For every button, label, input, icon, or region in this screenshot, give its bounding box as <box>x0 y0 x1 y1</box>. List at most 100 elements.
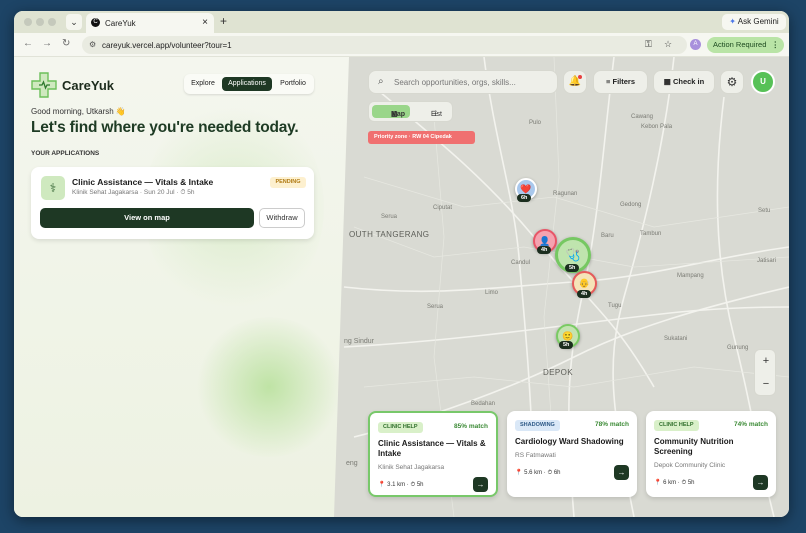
star-icon[interactable]: ☆ <box>664 39 672 50</box>
map-label-mampang: Mampang <box>677 273 704 279</box>
opportunity-title: Community Nutrition Screening <box>654 437 734 456</box>
opportunity-card[interactable]: SHADOWING 78% match Cardiology Ward Shad… <box>507 411 637 497</box>
stethoscope-icon: ⚕ <box>41 176 65 200</box>
map-label-baru: Baru <box>601 233 614 239</box>
open-opportunity-button[interactable]: → <box>473 477 488 492</box>
list-view-tab[interactable]: ☰ List <box>413 105 449 118</box>
action-required-button[interactable]: Action Required ⋮ <box>707 37 784 53</box>
opportunity-title: Cardiology Ward Shadowing <box>515 437 624 446</box>
opportunity-card[interactable]: CLINIC HELP 85% match Clinic Assistance … <box>368 411 498 497</box>
main-nav: Explore Applications Portfolio <box>184 74 314 94</box>
opportunity-org: Klinik Sehat Jagakarsa <box>378 464 445 471</box>
road-minor-a <box>363 176 789 228</box>
view-on-map-button[interactable]: View on map <box>40 208 254 228</box>
open-opportunity-button[interactable]: → <box>614 465 629 480</box>
map-label-tambun: Tambun <box>640 231 662 237</box>
settings-button[interactable]: ⚙ <box>720 70 744 94</box>
check-in-label: Check in <box>672 77 705 86</box>
action-required-label: Action Required <box>713 40 767 49</box>
kebab-menu-icon[interactable]: ⋮ <box>772 37 780 53</box>
map-label-gunung: Gunung <box>727 345 749 351</box>
search-bar[interactable]: ⌕ Search opportunities, orgs, skills... <box>368 70 558 94</box>
map-label-serua-north: Serua <box>381 214 398 220</box>
greeting: Good morning, Utkarsh 👋 <box>31 107 126 116</box>
app-content: CareYuk Explore Applications Portfolio G… <box>14 57 789 517</box>
url-text: careyuk.vercel.app/volunteer?tour=1 <box>102 41 232 50</box>
key-icon[interactable]: ⚿ <box>645 39 652 50</box>
map-view-tab[interactable]: ▥ Map <box>372 105 410 118</box>
search-input[interactable]: Search opportunities, orgs, skills... <box>394 78 516 87</box>
arrow-right-icon: → <box>476 480 485 489</box>
back-icon[interactable]: ← <box>23 38 33 49</box>
view-toggle: ▥ Map ☰ List <box>368 101 453 122</box>
map-label-depok: DEPOK <box>543 368 574 377</box>
window-zoom-dot[interactable] <box>48 18 56 26</box>
profile-avatar[interactable]: A <box>690 39 701 50</box>
map-label-ageng: eng <box>346 460 358 467</box>
tab-favicon: C <box>91 18 100 27</box>
open-opportunity-button[interactable]: → <box>753 475 768 490</box>
zoom-in-button[interactable]: + <box>755 355 777 367</box>
application-card[interactable]: ⚕ Clinic Assistance — Vitals & Intake Kl… <box>31 167 314 239</box>
withdraw-button[interactable]: Withdraw <box>259 208 305 228</box>
match-score: 85% match <box>454 423 488 430</box>
reload-icon[interactable]: ↻ <box>62 38 70 49</box>
arrow-right-icon: → <box>617 468 626 477</box>
map-label-sindur: ng Sindur <box>344 338 374 345</box>
nav-explore[interactable]: Explore <box>188 77 218 91</box>
forward-icon[interactable]: → <box>42 38 52 49</box>
map-label-cawang: Cawang <box>631 114 654 120</box>
priority-zone-badge[interactable]: Priority zone · RW 04 Cipedak <box>368 131 475 144</box>
zoom-control: + − <box>754 349 776 396</box>
notifications-button[interactable]: 🔔 <box>563 70 587 94</box>
list-view-label: List <box>431 111 442 118</box>
opportunity-card[interactable]: CLINIC HELP 74% match Community Nutritio… <box>646 411 776 497</box>
map-label-pulo: Pulo <box>529 120 542 126</box>
checkin-icon: ▦ <box>663 77 671 86</box>
application-title: Clinic Assistance — Vitals & Intake <box>72 177 214 187</box>
opportunity-org: RS Fatmawati <box>515 452 556 459</box>
pin-hours-label: 4h <box>537 246 552 254</box>
logo-cross-icon <box>31 72 57 98</box>
notification-dot <box>578 75 582 79</box>
map-label-ragunan: Ragunan <box>553 191 578 197</box>
url-field[interactable]: ⚙ careyuk.vercel.app/volunteer?tour=1 ⚿ … <box>82 36 687 54</box>
tab-dropdown-icon[interactable]: ⌄ <box>66 14 82 30</box>
filters-label: Filters <box>612 77 635 86</box>
pin-hours-label: 6h <box>517 194 532 202</box>
window-minimize-dot[interactable] <box>36 18 44 26</box>
opportunity-org: Depok Community Clinic <box>654 462 726 469</box>
check-in-button[interactable]: ▦ Check in <box>653 70 715 94</box>
map-label-setu: Setu <box>758 208 771 214</box>
opportunity-distance: 📍 5.6 km · ⏱ 6h <box>515 470 561 476</box>
map-label-candul: Candul <box>511 260 531 266</box>
page-headline: Let's find where you're needed today. <box>31 119 299 136</box>
browser-tab[interactable]: C CareYuk × <box>86 13 214 33</box>
nav-applications[interactable]: Applications <box>222 77 272 91</box>
tab-title: CareYuk <box>105 19 136 28</box>
nav-portfolio[interactable]: Portfolio <box>276 77 310 91</box>
site-settings-icon[interactable]: ⚙ <box>89 40 96 49</box>
map-label-jatisari: Jatisari <box>757 258 777 264</box>
new-tab-icon[interactable]: + <box>220 14 227 28</box>
person-icon: 👤 <box>539 236 551 246</box>
ask-gemini-button[interactable]: ✦ Ask Gemini <box>722 14 786 30</box>
zoom-out-button[interactable]: − <box>755 378 777 390</box>
arrow-right-icon: → <box>756 478 765 487</box>
ask-gemini-label: Ask Gemini <box>737 17 779 26</box>
map-label-south-tangerang: OUTH TANGERANG <box>349 230 430 239</box>
map-label-kebon-pala: Kebon Pala <box>641 124 673 130</box>
application-subtitle: Klinik Sehat Jagakarsa · Sun 20 Jul · ⏱ … <box>72 189 195 196</box>
window-close-dot[interactable] <box>24 18 32 26</box>
filters-button[interactable]: ≡ Filters <box>593 70 648 94</box>
elderly-icon: 👴 <box>578 278 591 288</box>
gear-icon: ⚙ <box>726 75 738 89</box>
map-label-sukatani: Sukatani <box>664 336 688 342</box>
stethoscope-icon: 🩺 <box>565 248 581 262</box>
road-minor-c <box>363 366 789 388</box>
tab-close-icon[interactable]: × <box>202 17 208 28</box>
filter-icon: ≡ <box>606 77 611 86</box>
search-icon: ⌕ <box>378 76 384 87</box>
user-avatar[interactable]: U <box>751 70 775 94</box>
opportunity-distance: 📍 6 km · ⏱ 5h <box>654 480 695 486</box>
